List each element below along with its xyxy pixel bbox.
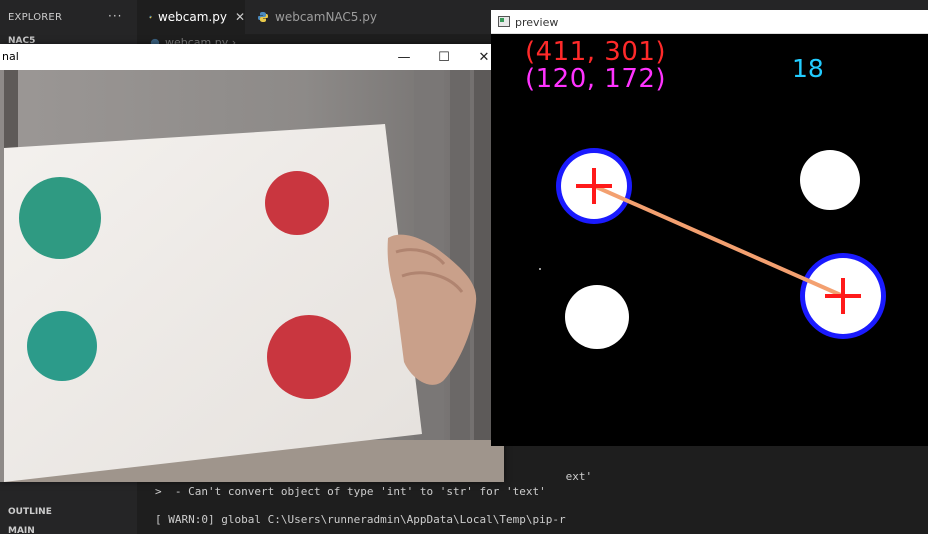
tab-close-icon[interactable]: ✕ xyxy=(235,10,245,24)
preview-window[interactable]: preview (411, 301) (120, 172) 18 xyxy=(491,10,928,446)
tab-label: webcamNAC5.py xyxy=(275,10,377,24)
red-dot-top xyxy=(265,171,329,235)
terminal-line: [ WARN:0] global C:\Users\runneradmin\Ap… xyxy=(155,513,566,526)
screen: EXPLORER ··· NAC5 OUTLINE MAIN webcam.py… xyxy=(0,0,928,534)
coord-label-magenta: (120, 172) xyxy=(525,64,667,94)
red-dot-bottom xyxy=(267,315,351,399)
tab-webcam[interactable]: webcam.py ✕ xyxy=(137,0,245,34)
tab-label: webcam.py xyxy=(157,10,227,24)
blob-top-right xyxy=(800,150,860,210)
teal-dot-bottom xyxy=(27,311,97,381)
webcam-image xyxy=(4,70,504,482)
python-icon xyxy=(149,15,152,19)
webcam-titlebar[interactable]: nal — ☐ ✕ xyxy=(0,44,504,70)
preview-titlebar[interactable]: preview xyxy=(491,10,928,34)
explorer-more-icon[interactable]: ··· xyxy=(108,9,122,23)
webcam-window-title: nal xyxy=(2,50,19,63)
coord-label-red: (411, 301) xyxy=(525,37,667,67)
window-icon xyxy=(498,16,510,27)
preview-canvas: (411, 301) (120, 172) 18 xyxy=(491,34,928,446)
blob-bottom-left xyxy=(565,285,629,349)
webcam-feed xyxy=(4,70,504,482)
minimize-button[interactable]: — xyxy=(384,44,424,70)
webcam-window[interactable]: nal — ☐ ✕ xyxy=(0,44,504,482)
terminal-line: > - Can't convert object of type 'int' t… xyxy=(155,485,546,498)
python-icon xyxy=(258,12,268,22)
count-label: 18 xyxy=(792,54,824,83)
preview-window-title: preview xyxy=(515,16,559,29)
tab-webcamnac5[interactable]: webcamNAC5.py xyxy=(245,0,385,34)
teal-dot-top xyxy=(19,177,101,259)
preview-drawing xyxy=(491,34,928,446)
maximize-button[interactable]: ☐ xyxy=(424,44,464,70)
timeline-section[interactable]: MAIN xyxy=(8,526,35,534)
outline-section[interactable]: OUTLINE xyxy=(8,507,52,517)
